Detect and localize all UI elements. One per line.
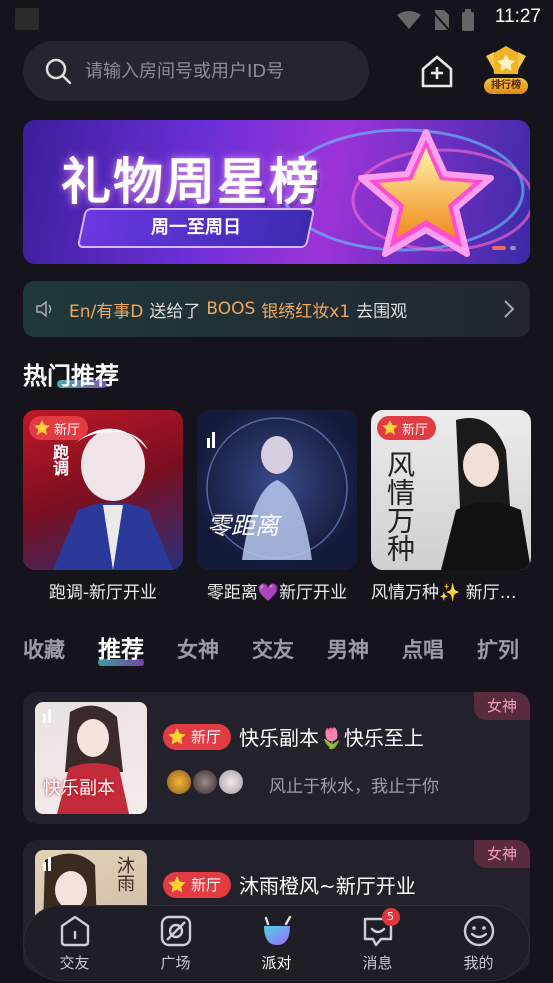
category-tag: 女神 — [474, 692, 530, 720]
nav-label: 我的 — [463, 953, 494, 972]
nav-label: 消息 — [362, 953, 393, 972]
star-icon — [358, 129, 494, 257]
carousel-indicator — [492, 246, 516, 250]
wifi-icon — [397, 11, 421, 29]
nav-messages[interactable]: 5 消息 — [338, 907, 418, 973]
room-caption: 跑调-新厅开业 — [48, 583, 158, 603]
room-cover: 零距离 — [197, 410, 357, 570]
hot-section-title: 热门推荐 — [23, 362, 119, 390]
status-bar: 11:27 — [0, 0, 553, 36]
avatar — [217, 768, 245, 796]
gift-notice-bar[interactable]: En/有事D 送给了 BOOS 银绣红妆x1 去围观 — [23, 281, 530, 337]
member-avatars — [165, 768, 245, 796]
notice-gift: 银绣红妆x1 — [261, 301, 351, 322]
category-tag: 女神 — [474, 840, 530, 868]
room-signature: 风止于秋水，我止于你 — [269, 777, 439, 797]
new-badge: 新厅 — [29, 416, 89, 440]
cover-text: 风情万种 — [383, 450, 416, 562]
notice-target: BOOS — [206, 299, 256, 319]
hot-room-card[interactable]: 新厅 风情万种 风情万种✨ 新厅开业 — [371, 410, 531, 603]
hot-recommend-list: 新厅 跑调 跑调-新厅开业 零距离 零距离💜新厅开业 新厅 风情万种 风情万种✨… — [23, 410, 531, 603]
tab-favorites[interactable]: 收藏 — [23, 634, 65, 664]
new-badge: 新厅 — [163, 871, 232, 898]
home-add-icon — [421, 55, 453, 88]
room-name: 快乐副本🌷快乐至上 — [239, 726, 424, 750]
room-title: 新厅 沐雨橙风~新厅开业 — [163, 870, 416, 899]
star-badge-icon — [382, 420, 398, 435]
category-tabs: 收藏 推荐 女神 交友 男神 点唱 扩列 — [23, 630, 553, 666]
speaker-icon — [36, 300, 52, 318]
home-icon — [60, 915, 89, 946]
cover-text: 零距离 — [207, 512, 279, 540]
room-name: 沐雨橙风~新厅开业 — [239, 874, 416, 898]
nav-label: 广场 — [160, 953, 191, 972]
new-badge: 新厅 — [163, 723, 232, 750]
promo-banner[interactable]: 礼物周星榜 周一至周日 — [23, 120, 530, 264]
notification-icon — [15, 8, 39, 30]
create-room-button[interactable] — [418, 53, 456, 91]
battery-icon — [462, 9, 474, 31]
chevron-right-icon — [504, 300, 515, 318]
tab-friends[interactable]: 交友 — [252, 634, 294, 664]
ranking-label: 排行榜 — [484, 78, 528, 94]
search-bar[interactable] — [23, 41, 369, 101]
avatar — [191, 768, 219, 796]
nav-label: 交友 — [59, 953, 90, 972]
ranking-button[interactable]: 排行榜 — [482, 44, 530, 98]
cover-text: 快乐副本 — [43, 778, 115, 799]
room-cover: 快乐副本 — [35, 702, 147, 814]
room-caption: 风情万种✨ 新厅开业 — [371, 583, 531, 603]
unread-count-badge: 5 — [381, 907, 400, 926]
square-icon — [160, 915, 191, 946]
star-badge-icon — [34, 420, 50, 435]
no-sim-icon — [433, 10, 449, 30]
nav-label: 派对 — [261, 953, 292, 972]
hot-room-card[interactable]: 零距离 零距离💜新厅开业 — [197, 410, 357, 603]
notice-action: 送给了 — [149, 301, 201, 322]
hot-room-card[interactable]: 新厅 跑调 跑调-新厅开业 — [23, 410, 183, 603]
star-badge-icon — [168, 875, 186, 892]
nav-party[interactable]: 派对 — [237, 914, 317, 973]
tab-goddess[interactable]: 女神 — [177, 634, 219, 664]
status-icons — [397, 9, 475, 31]
room-list-item[interactable]: 快乐副本 女神 新厅 快乐副本🌷快乐至上 风止于秋水，我止于你 — [23, 692, 530, 824]
room-caption: 零距离💜新厅开业 — [206, 583, 348, 603]
profile-icon — [463, 915, 494, 946]
room-title: 新厅 快乐副本🌷快乐至上 — [163, 722, 424, 751]
notice-user: En/有事D — [69, 301, 144, 322]
room-cover: 新厅 风情万种 — [371, 410, 531, 570]
tab-sing[interactable]: 点唱 — [402, 634, 444, 664]
party-icon — [263, 915, 291, 945]
clock: 11:27 — [494, 6, 541, 27]
tab-male-gods[interactable]: 男神 — [327, 634, 369, 664]
cover-text: 沐雨 — [114, 856, 135, 892]
notice-cta: 去围观 — [356, 301, 408, 322]
search-icon — [45, 58, 71, 84]
banner-title: 礼物周星榜 — [61, 153, 321, 211]
cover-text: 跑调 — [50, 444, 69, 476]
search-input[interactable] — [85, 60, 345, 82]
tab-recommend[interactable]: 推荐 — [98, 630, 144, 666]
new-badge: 新厅 — [377, 416, 437, 440]
nav-friends[interactable]: 交友 — [35, 914, 115, 973]
nav-profile[interactable]: 我的 — [439, 914, 519, 973]
banner-subtitle-pill: 周一至周日 — [76, 208, 316, 248]
bottom-nav: 交友 广场 派对 5 消息 我的 — [23, 905, 530, 981]
banner-subtitle: 周一至周日 — [151, 217, 241, 238]
tab-expand[interactable]: 扩列 — [477, 634, 519, 664]
star-badge-icon — [168, 727, 186, 744]
room-cover: 新厅 跑调 — [23, 410, 183, 570]
nav-square[interactable]: 广场 — [136, 914, 216, 973]
portrait-art — [206, 417, 348, 560]
avatar — [165, 768, 193, 796]
